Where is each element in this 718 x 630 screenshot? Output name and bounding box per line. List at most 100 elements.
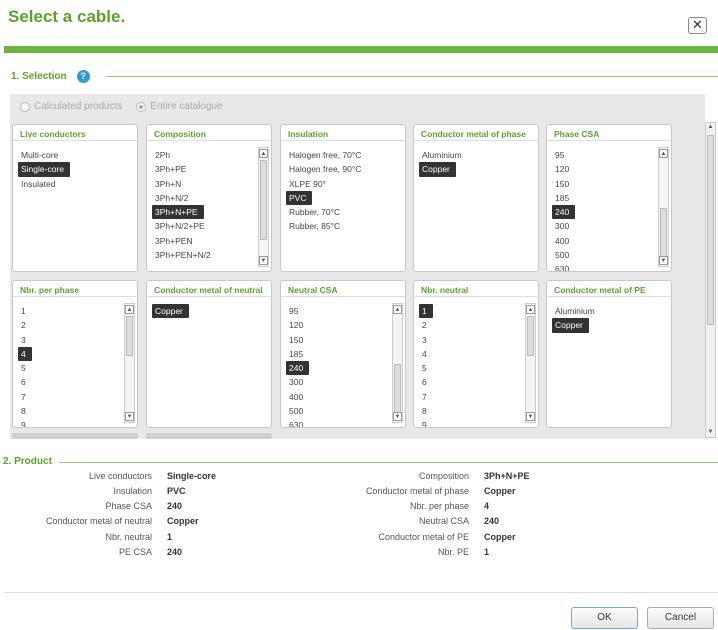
scroll-up-arrow-icon[interactable]: ▲	[393, 305, 402, 314]
list-item[interactable]: 630	[552, 262, 655, 271]
list-item[interactable]: Halogen free, 70°C	[286, 148, 400, 162]
list-item[interactable]: 95	[552, 148, 655, 162]
list-item[interactable]: 95	[286, 304, 389, 318]
list-item[interactable]: 185	[286, 347, 389, 361]
list-item[interactable]: 6	[419, 375, 522, 389]
list-item[interactable]: 3Ph+N	[152, 177, 255, 191]
list-item[interactable]: 9	[419, 418, 522, 427]
list-item[interactable]: 1	[18, 304, 121, 318]
list-item[interactable]: 3	[18, 333, 121, 347]
list-scrollbar[interactable]: ▲ ▼	[124, 303, 135, 423]
scroll-down-arrow-icon[interactable]: ▼	[526, 412, 535, 421]
radio-button[interactable]	[136, 101, 147, 112]
list-item[interactable]: 3	[419, 333, 522, 347]
scroll-up-arrow-icon[interactable]: ▲	[526, 305, 535, 314]
list-item[interactable]: 4	[419, 347, 522, 361]
list-item[interactable]: 300	[286, 375, 389, 389]
list-item[interactable]: 8	[419, 404, 522, 418]
list-item[interactable]: 400	[552, 234, 655, 248]
scroll-up-arrow-icon[interactable]: ▲	[259, 149, 268, 158]
list-item[interactable]: 3Ph+PEN+N/2	[152, 248, 255, 262]
list-item-selected[interactable]: 1	[419, 304, 433, 319]
panel-nbr-per-phase: Nbr. per phase 1 2 3 4 5 6 7 8 9 ▲ ▼	[12, 280, 138, 428]
list-item-selected[interactable]: PVC	[286, 190, 313, 206]
list-item[interactable]: 2Ph	[152, 148, 255, 162]
list-item[interactable]: Halogen free, 90°C	[286, 162, 400, 176]
cancel-button[interactable]: Cancel	[647, 607, 714, 629]
list-item[interactable]: Rubber, 70°C	[286, 205, 400, 219]
scroll-thumb[interactable]	[260, 160, 267, 240]
product-field-value: Copper	[167, 516, 199, 526]
list-item[interactable]: 3Ph+PE	[152, 162, 255, 176]
product-section-header: 2. Product	[3, 456, 52, 467]
list-item-selected[interactable]: 240	[552, 205, 576, 220]
list-item[interactable]: XLPE 90°	[286, 177, 400, 191]
list-item[interactable]: 3Ph+N/2	[152, 191, 255, 205]
list-item[interactable]: Rubber, 85°C	[286, 219, 400, 233]
list-item[interactable]: 3Ph+N/2+PE	[152, 219, 255, 233]
list-item[interactable]: 8	[18, 404, 121, 418]
scroll-down-arrow-icon[interactable]: ▼	[125, 412, 134, 421]
list-item[interactable]: 150	[286, 333, 389, 347]
option-list: 95 120 150 185 240 300 400 500 630	[286, 304, 389, 427]
list-item[interactable]: 5	[419, 361, 522, 375]
list-item[interactable]: Insulated	[18, 177, 132, 191]
list-scrollbar[interactable]: ▲ ▼	[658, 147, 669, 267]
scroll-thumb[interactable]	[394, 364, 401, 414]
list-item[interactable]: 400	[286, 390, 389, 404]
scroll-down-arrow-icon[interactable]: ▼	[659, 256, 668, 265]
list-scrollbar[interactable]: ▲ ▼	[525, 303, 536, 423]
scroll-down-arrow-icon[interactable]: ▼	[259, 256, 268, 265]
list-item[interactable]: Aluminium	[419, 148, 533, 162]
list-scrollbar[interactable]: ▲ ▼	[392, 303, 403, 423]
scroll-up-arrow-icon[interactable]: ▲	[706, 123, 715, 132]
product-field-value: 1	[167, 532, 173, 542]
radio-entire-catalogue[interactable]: Entire catalogue	[136, 101, 223, 112]
list-scrollbar[interactable]: ▲ ▼	[258, 147, 269, 267]
list-item-selected[interactable]: Single-core	[18, 162, 70, 177]
scroll-thumb[interactable]	[660, 208, 667, 258]
scroll-up-arrow-icon[interactable]: ▲	[125, 305, 134, 314]
list-item[interactable]: 3Ph+PEN	[152, 234, 255, 248]
list-item-selected[interactable]: Copper	[419, 162, 456, 177]
list-item-selected[interactable]: 240	[286, 361, 310, 376]
list-item[interactable]: Aluminium	[552, 304, 666, 318]
list-item[interactable]: 630	[286, 418, 389, 427]
list-item[interactable]: 2	[419, 318, 522, 332]
list-item[interactable]: 5	[18, 361, 121, 375]
list-item[interactable]: 120	[286, 318, 389, 332]
product-field-value: 1	[484, 547, 490, 557]
list-item[interactable]: 500	[286, 404, 389, 418]
list-item[interactable]: 120	[552, 162, 655, 176]
list-item[interactable]: Multi-core	[18, 148, 132, 162]
close-icon[interactable]: ✕	[688, 17, 707, 34]
list-item[interactable]: 6	[18, 375, 121, 389]
radio-button[interactable]	[20, 101, 30, 112]
scroll-down-arrow-icon[interactable]: ▼	[706, 428, 715, 437]
help-icon[interactable]: ?	[76, 70, 90, 83]
scroll-thumb[interactable]	[527, 316, 534, 356]
main-scrollbar[interactable]: ▲ ▼	[705, 122, 716, 438]
list-item[interactable]: 185	[552, 191, 655, 205]
ok-button[interactable]: OK	[571, 607, 638, 629]
list-item[interactable]: 7	[18, 390, 121, 404]
list-item[interactable]: 150	[552, 177, 655, 191]
scroll-thumb[interactable]	[707, 135, 714, 325]
option-list: 2Ph 3Ph+PE 3Ph+N 3Ph+N/2 3Ph+N+PE 3Ph+N/2+PE 3…	[152, 148, 255, 262]
scroll-thumb[interactable]	[126, 316, 133, 356]
product-source-radios: Calculated products Entire catalogue	[20, 101, 223, 112]
list-item-selected[interactable]: Copper	[152, 304, 189, 319]
list-item[interactable]: 2	[18, 318, 121, 332]
list-item-selected[interactable]: 3Ph+N+PE	[152, 205, 204, 220]
scroll-down-arrow-icon[interactable]: ▼	[393, 412, 402, 421]
scroll-up-arrow-icon[interactable]: ▲	[659, 149, 668, 158]
product-field-label: PE CSA	[118, 547, 152, 557]
list-item[interactable]: 7	[419, 390, 522, 404]
list-item-selected[interactable]: Copper	[552, 318, 589, 333]
selection-divider	[106, 76, 718, 77]
list-item[interactable]: 300	[552, 219, 655, 233]
radio-calculated-products[interactable]: Calculated products	[20, 101, 122, 112]
list-item[interactable]: 9	[18, 418, 121, 427]
list-item[interactable]: 500	[552, 248, 655, 262]
list-item-selected[interactable]: 4	[18, 346, 32, 362]
